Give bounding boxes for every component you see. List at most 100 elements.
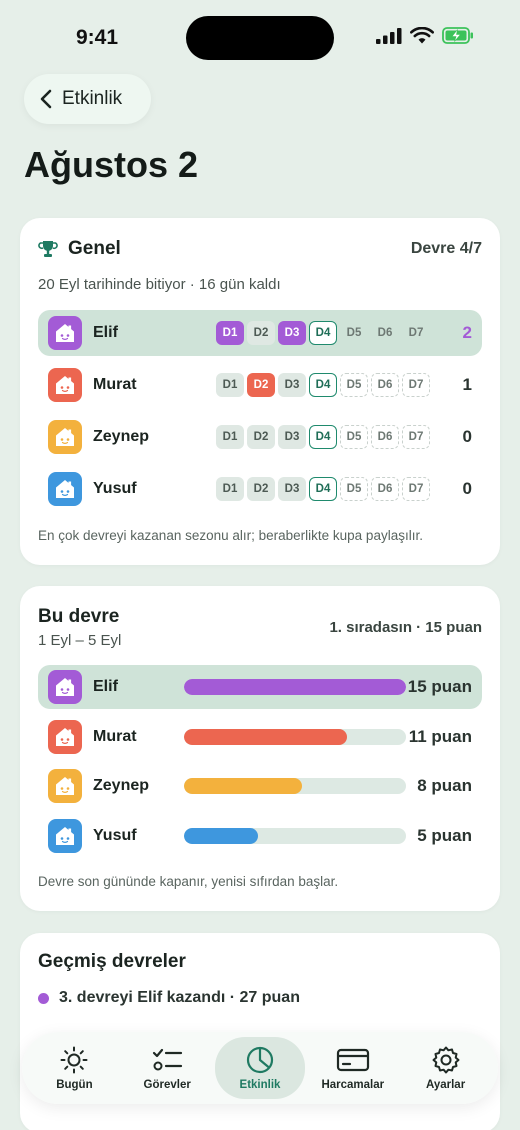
- chevron-left-icon: [40, 89, 52, 109]
- day-chip: D1: [216, 321, 244, 345]
- day-chip: D6: [371, 477, 399, 501]
- period-row[interactable]: Yusuf 5 puan: [38, 814, 482, 858]
- player-name: Zeynep: [93, 428, 150, 445]
- player-score: 0: [462, 479, 472, 498]
- player-score: 0: [462, 427, 472, 446]
- history-dot: [38, 992, 49, 1004]
- gear-icon: [432, 1046, 460, 1074]
- points-bar: [184, 828, 406, 844]
- day-chip: D2: [247, 425, 275, 449]
- points-bar-fill: [184, 828, 258, 844]
- avatar: [48, 368, 82, 402]
- status-icons: [376, 27, 474, 44]
- tab-label: Ayarlar: [425, 1079, 466, 1091]
- period-days: D1 D2 D3 D4 D5 D6 D7: [216, 425, 430, 449]
- day-chip: D6: [371, 425, 399, 449]
- general-footer-note: En çok devreyi kazanan sezonu alır; bera…: [38, 528, 423, 543]
- player-name: Elif: [93, 678, 118, 695]
- general-standings-card: Genel Devre 4/7 20 Eyl tarihinde bitiyor…: [20, 218, 500, 565]
- avatar: [48, 819, 82, 853]
- dynamic-island: [186, 16, 334, 60]
- history-item[interactable]: 3. devreyi Elif kazandı · 27 puan: [38, 989, 300, 1007]
- tab-gorevler[interactable]: Görevler: [122, 1037, 212, 1099]
- period-row[interactable]: Zeynep 8 puan: [38, 764, 482, 808]
- period-title: Bu devre: [38, 606, 120, 627]
- status-bar: 9:41: [0, 0, 520, 70]
- sun-icon: [60, 1046, 88, 1074]
- period-rank: 1. sıradasın · 15 puan: [329, 619, 482, 636]
- day-chip: D1: [216, 425, 244, 449]
- trophy-icon: [38, 241, 58, 257]
- day-chip: D6: [377, 327, 393, 339]
- tab-label: Görevler: [143, 1079, 191, 1091]
- tab-bugun[interactable]: Bugün: [29, 1037, 119, 1099]
- player-name: Yusuf: [93, 480, 137, 497]
- points-label: 8 puan: [417, 776, 472, 795]
- day-chip: D4: [309, 321, 337, 345]
- day-chip: D5: [340, 373, 368, 397]
- avatar: [48, 316, 82, 350]
- back-button-label: Etkinlik: [62, 88, 123, 109]
- current-period-card: Bu devre 1 Eyl – 5 Eyl 1. sıradasın · 15…: [20, 586, 500, 911]
- day-chip: D3: [278, 477, 306, 501]
- period-row[interactable]: Murat 11 puan: [38, 715, 482, 759]
- day-chip: D1: [216, 477, 244, 501]
- tab-bar: Bugün Görevler Etkinlik Harcamalar Ayarl…: [22, 1032, 498, 1104]
- day-chip: D2: [247, 373, 275, 397]
- back-button[interactable]: Etkinlik: [24, 74, 151, 124]
- points-label: 11 puan: [408, 727, 472, 746]
- day-chip: D3: [278, 425, 306, 449]
- player-name: Murat: [93, 376, 137, 393]
- day-chip: D4: [309, 425, 337, 449]
- history-text: 3. devreyi Elif kazandı · 27 puan: [59, 989, 300, 1006]
- day-chip: D4: [309, 373, 337, 397]
- tab-ayarlar[interactable]: Ayarlar: [401, 1037, 491, 1099]
- day-chip: D5: [340, 425, 368, 449]
- day-chip: D7: [408, 327, 424, 339]
- player-name: Murat: [93, 728, 137, 745]
- period-row[interactable]: Elif 15 puan: [38, 665, 482, 709]
- day-chip: D1: [216, 373, 244, 397]
- points-bar-fill: [184, 679, 406, 695]
- page-title: Ağustos 2: [24, 144, 199, 185]
- player-score: 2: [462, 323, 472, 342]
- day-chip: D7: [402, 373, 430, 397]
- player-name: Zeynep: [93, 777, 150, 794]
- day-chip: D3: [278, 321, 306, 345]
- points-bar-fill: [184, 729, 347, 745]
- general-row[interactable]: Murat D1 D2 D3 D4 D5 D6 D7 1: [38, 362, 482, 408]
- points-label: 5 puan: [417, 826, 472, 845]
- tab-label: Harcamalar: [321, 1079, 385, 1091]
- history-title: Geçmiş devreler: [38, 951, 186, 972]
- day-chip: D2: [247, 321, 275, 345]
- avatar: [48, 420, 82, 454]
- card-icon: [336, 1048, 369, 1072]
- day-chip: D7: [402, 425, 430, 449]
- points-bar: [184, 729, 406, 745]
- points-label: 15 puan: [407, 677, 472, 696]
- general-row[interactable]: Elif D1 D2 D3 D4 D5 D6 D7 2: [38, 310, 482, 356]
- signal-icon: [376, 27, 402, 44]
- status-time: 9:41: [76, 26, 119, 49]
- general-title: Genel: [68, 238, 121, 259]
- avatar: [48, 769, 82, 803]
- avatar: [48, 670, 82, 704]
- player-score: 1: [462, 375, 472, 394]
- period-days: D1 D2 D3 D4 D5 D6 D7: [216, 373, 430, 397]
- pie-chart-icon: [246, 1046, 274, 1074]
- tab-harcamalar[interactable]: Harcamalar: [308, 1037, 398, 1099]
- avatar: [48, 472, 82, 506]
- period-footer-note: Devre son gününde kapanır, yenisi sıfırd…: [38, 874, 339, 889]
- battery-charging-icon: [442, 27, 473, 44]
- day-chip: D2: [247, 477, 275, 501]
- day-chip: D5: [340, 477, 368, 501]
- tab-etkinlik[interactable]: Etkinlik: [214, 1037, 305, 1099]
- general-row[interactable]: Yusuf D1 D2 D3 D4 D5 D6 D7 0: [38, 466, 482, 512]
- wifi-icon: [410, 27, 434, 44]
- general-row[interactable]: Zeynep D1 D2 D3 D4 D5 D6 D7 0: [38, 414, 482, 460]
- player-name: Elif: [93, 324, 118, 341]
- points-bar: [184, 778, 406, 794]
- period-date-range: 1 Eyl – 5 Eyl: [38, 632, 122, 649]
- player-name: Yusuf: [93, 827, 137, 844]
- tab-label: Etkinlik: [239, 1079, 281, 1091]
